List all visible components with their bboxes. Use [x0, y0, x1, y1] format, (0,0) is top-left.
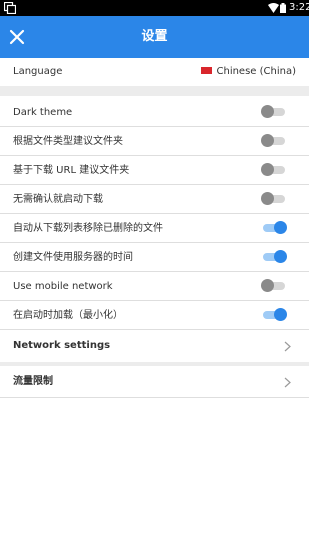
setting-label: 自动从下载列表移除已删除的文件	[13, 223, 163, 234]
wifi-icon	[268, 3, 279, 13]
setting-label: Use mobile network	[13, 281, 113, 292]
language-value-text: Chinese (China)	[216, 66, 297, 77]
setting-label: 无需确认就启动下载	[13, 194, 103, 205]
chevron-right-icon	[284, 377, 291, 388]
toggle-switch[interactable]	[261, 308, 287, 321]
section-divider	[0, 86, 309, 96]
language-label: Language	[13, 66, 63, 77]
page-title: 设置	[141, 29, 168, 44]
network-settings-link[interactable]: Network settings	[0, 330, 309, 362]
switch-knob	[261, 134, 274, 147]
setting-dark-theme[interactable]: Dark theme	[0, 98, 309, 127]
switch-knob	[261, 105, 274, 118]
switch-knob	[261, 279, 274, 292]
switch-knob	[274, 308, 287, 321]
link-label: Network settings	[13, 340, 111, 351]
toggle-switch[interactable]	[261, 192, 287, 205]
switch-knob	[261, 163, 274, 176]
status-bar: 3:22	[0, 0, 312, 16]
toggle-switch[interactable]	[261, 163, 287, 176]
setting-label: Dark theme	[13, 107, 73, 118]
toggle-switch[interactable]	[261, 221, 287, 234]
chevron-right-icon	[284, 341, 291, 352]
setting-use-server-time[interactable]: 创建文件使用服务器的时间	[0, 243, 309, 272]
link-label: 流量限制	[13, 376, 53, 387]
setting-auto-remove-deleted[interactable]: 自动从下载列表移除已删除的文件	[0, 214, 309, 243]
language-setting[interactable]: Language Chinese (China)	[0, 58, 309, 86]
toggle-switch[interactable]	[261, 279, 287, 292]
switch-knob	[274, 221, 287, 234]
traffic-limit-link[interactable]: 流量限制	[0, 366, 309, 398]
setting-label: 创建文件使用服务器的时间	[13, 252, 133, 263]
notification-icon	[4, 2, 16, 14]
setting-use-mobile-network[interactable]: Use mobile network	[0, 272, 309, 301]
toggle-switch[interactable]	[261, 250, 287, 263]
switch-knob	[274, 250, 287, 263]
toggle-switch[interactable]	[261, 105, 287, 118]
setting-suggest-folder-by-type[interactable]: 根据文件类型建议文件夹	[0, 127, 309, 156]
language-value: Chinese (China)	[200, 58, 297, 86]
battery-icon	[280, 3, 286, 13]
setting-label: 基于下载 URL 建议文件夹	[13, 165, 130, 176]
app-bar: 设置	[0, 16, 309, 58]
status-time: 3:22	[289, 2, 312, 13]
setting-suggest-folder-by-url[interactable]: 基于下载 URL 建议文件夹	[0, 156, 309, 185]
setting-start-without-confirm[interactable]: 无需确认就启动下载	[0, 185, 309, 214]
china-flag-icon	[200, 66, 212, 74]
setting-label: 根据文件类型建议文件夹	[13, 136, 123, 147]
toggle-switch[interactable]	[261, 134, 287, 147]
switch-knob	[261, 192, 274, 205]
setting-label: 在启动时加载（最小化）	[13, 310, 123, 321]
setting-load-on-startup[interactable]: 在启动时加载（最小化）	[0, 301, 309, 330]
